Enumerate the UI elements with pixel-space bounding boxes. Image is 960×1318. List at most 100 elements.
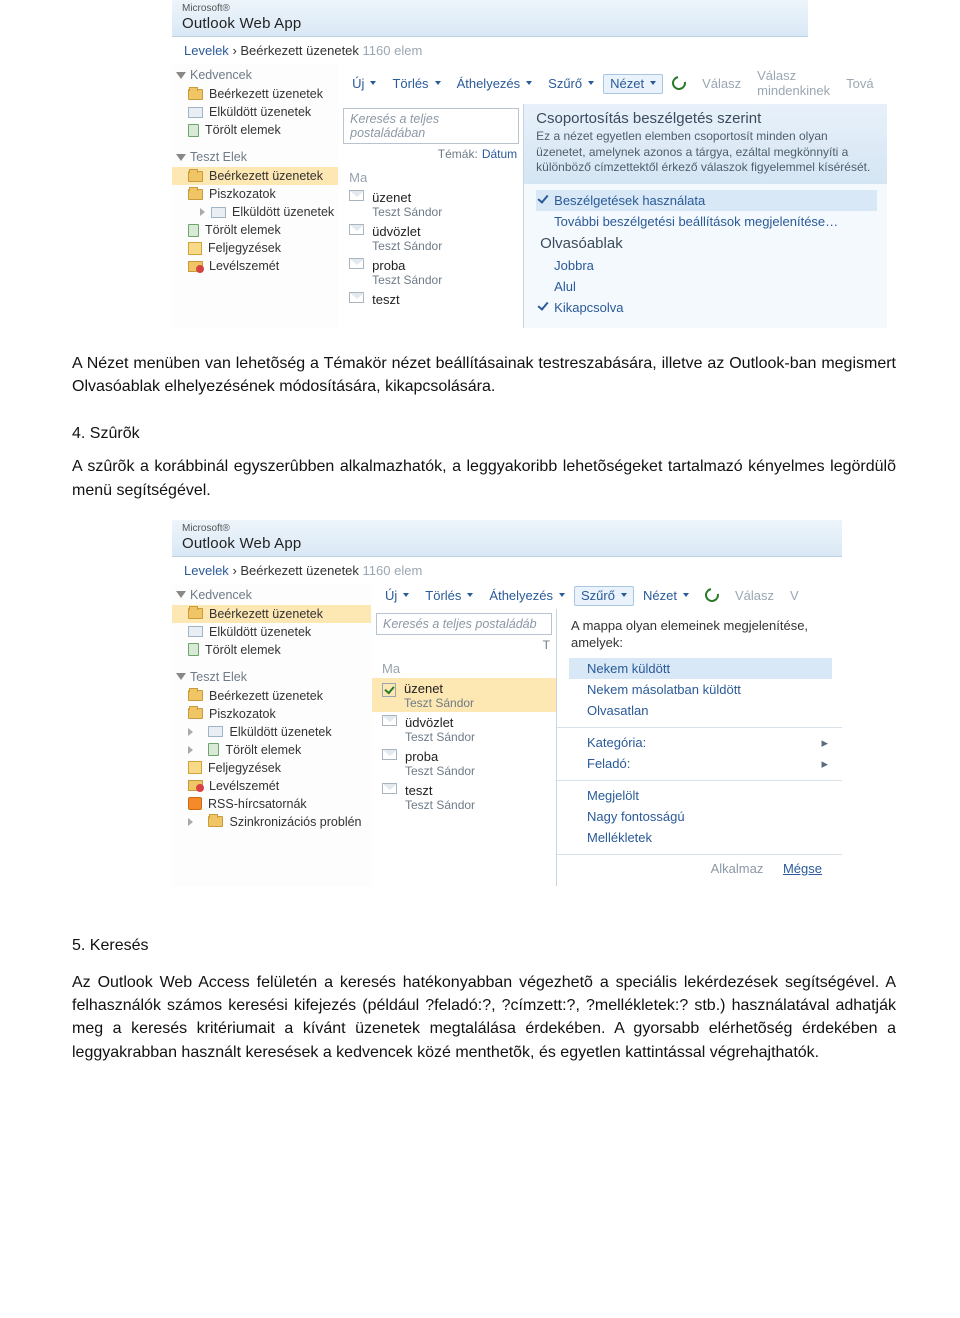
owa-header: Microsoft® Outlook Web App	[172, 0, 808, 37]
toolbar-filter[interactable]: Szűrő	[541, 74, 601, 94]
message-row[interactable]: probaTeszt Sándor	[372, 746, 556, 780]
toolbar-replyall: Válasz mindenkinek	[750, 66, 837, 101]
toolbar-filter[interactable]: Szűrő	[574, 586, 634, 606]
sidebar-item-deleted[interactable]: Törölt elemek	[172, 641, 371, 659]
sidebar-item-drafts[interactable]: Piszkozatok	[172, 185, 338, 203]
sidebar-item-notes[interactable]: Feljegyzések	[172, 759, 371, 777]
toolbar-delete[interactable]: Törlés	[418, 586, 480, 606]
message-date-header: Ma	[339, 164, 523, 187]
sidebar-item-sync-issues[interactable]: Szinkronizációs problén	[172, 813, 371, 831]
check-icon	[538, 299, 549, 311]
view-dropdown-panel: Csoportosítás beszélgetés szerint Ez a n…	[523, 104, 886, 328]
breadcrumb: Levelek › Beérkezett üzenetek 1160 elem	[172, 37, 808, 63]
toolbar-refresh[interactable]	[698, 586, 726, 605]
message-row[interactable]: üdvözletTeszt Sándor	[339, 221, 523, 255]
toolbar-view[interactable]: Nézet	[636, 586, 696, 606]
breadcrumb-root[interactable]: Levelek	[184, 563, 229, 578]
sidebar-item-inbox[interactable]: Beérkezett üzenetek	[172, 605, 371, 623]
message-toolbar: Új Törlés Áthelyezés Szűrő Nézet Válasz …	[372, 583, 842, 609]
mail-icon	[382, 715, 397, 726]
doc-paragraph: Az Outlook Web Access felületén a keresé…	[0, 961, 960, 1082]
favorites-header[interactable]: Kedvencek	[172, 585, 371, 605]
search-input[interactable]: Keresés a teljes postaládáb	[376, 613, 552, 635]
topics-value[interactable]: Dátum	[482, 147, 517, 161]
toolbar-move[interactable]: Áthelyezés	[450, 74, 540, 94]
reading-pane-bottom[interactable]: Alul	[536, 276, 876, 297]
message-row[interactable]: probaTeszt Sándor	[339, 255, 523, 289]
message-toolbar: Új Törlés Áthelyezés Szűrő Nézet Válasz …	[339, 63, 886, 104]
mail-icon	[349, 224, 364, 235]
toolbar-new[interactable]: Új	[378, 586, 416, 606]
sidebar-item-junk[interactable]: Levélszemét	[172, 257, 338, 275]
topics-label: Témák:	[438, 147, 478, 161]
view-dd-use-conversations[interactable]: Beszélgetések használata	[536, 190, 876, 211]
sidebar-item-inbox[interactable]: Beérkezett üzenetek	[172, 687, 371, 705]
filter-flagged[interactable]: Megjelölt	[569, 785, 832, 806]
owa-brand: Outlook Web App	[182, 15, 301, 32]
reading-pane-header: Olvasóablak	[536, 232, 876, 255]
sidebar-item-sent[interactable]: Elküldött üzenetek	[172, 203, 338, 221]
message-row[interactable]: üzenetTeszt Sándor	[372, 678, 556, 712]
toolbar-reply: Válasz	[728, 586, 781, 606]
doc-paragraph: A Nézet menüben van lehetõség a Témakör …	[0, 328, 960, 416]
toolbar-v: V	[783, 586, 806, 606]
toolbar-reply: Válasz	[695, 74, 748, 94]
message-row[interactable]: teszt	[339, 289, 523, 309]
owa-screenshot-view-menu: Microsoft® Outlook Web App Levelek › Beé…	[172, 0, 808, 328]
owa-brand: Outlook Web App	[182, 535, 301, 552]
toolbar-forward: Tová	[839, 74, 880, 94]
mail-icon	[349, 258, 364, 269]
owa-screenshot-filter-menu: Microsoft® Outlook Web App Levelek › Beé…	[172, 520, 842, 886]
filter-apply-button[interactable]: Alkalmaz	[711, 861, 764, 876]
breadcrumb-folder: Beérkezett üzenetek	[240, 563, 359, 578]
message-list-pane: Keresés a teljes postaládában Témák: Dát…	[339, 104, 523, 328]
sidebar-item-rss[interactable]: RSS-hírcsatornák	[172, 795, 371, 813]
mail-icon	[382, 749, 397, 760]
reading-pane-off[interactable]: Kikapcsolva	[536, 297, 876, 318]
favorites-header[interactable]: Kedvencek	[172, 65, 338, 85]
breadcrumb-folder: Beérkezett üzenetek	[240, 43, 359, 58]
message-row[interactable]: üdvözletTeszt Sándor	[372, 712, 556, 746]
checkbox-icon[interactable]	[382, 683, 396, 697]
toolbar-view[interactable]: Nézet	[603, 74, 663, 94]
filter-high-importance[interactable]: Nagy fontosságú	[569, 806, 832, 827]
doc-heading: 4. Szûrõk	[0, 416, 960, 449]
toolbar-move[interactable]: Áthelyezés	[482, 586, 572, 606]
owa-brand-prefix: Microsoft®	[182, 4, 798, 14]
sidebar-item-inbox[interactable]: Beérkezett üzenetek	[172, 167, 338, 185]
sidebar-item-drafts[interactable]: Piszkozatok	[172, 705, 371, 723]
view-dd-desc: Ez a nézet egyetlen elemben csoportosít …	[536, 129, 876, 176]
filter-unread[interactable]: Olvasatlan	[569, 700, 832, 721]
filter-from[interactable]: Feladó:▸	[569, 753, 832, 774]
reading-pane-right[interactable]: Jobbra	[536, 255, 876, 276]
filter-to-me[interactable]: Nekem küldött	[569, 658, 832, 679]
filter-attachments[interactable]: Mellékletek	[569, 827, 832, 848]
topics-short: T	[543, 638, 550, 652]
sidebar-item-sent[interactable]: Elküldött üzenetek	[172, 623, 371, 641]
sidebar-item-inbox[interactable]: Beérkezett üzenetek	[172, 85, 338, 103]
sidebar-item-deleted[interactable]: Törölt elemek	[172, 221, 338, 239]
search-input[interactable]: Keresés a teljes postaládában	[343, 108, 519, 144]
filter-cc-me[interactable]: Nekem másolatban küldött	[569, 679, 832, 700]
mail-icon	[382, 783, 397, 794]
message-row[interactable]: üzenetTeszt Sándor	[339, 187, 523, 221]
toolbar-refresh[interactable]	[665, 74, 693, 93]
filter-cancel-button[interactable]: Mégse	[783, 861, 822, 876]
sidebar-item-junk[interactable]: Levélszemét	[172, 777, 371, 795]
filter-category[interactable]: Kategória:▸	[569, 732, 832, 753]
message-date-header: Ma	[372, 655, 556, 678]
breadcrumb-root[interactable]: Levelek	[184, 43, 229, 58]
check-icon	[538, 192, 549, 204]
sidebar-item-deleted[interactable]: Törölt elemek	[172, 741, 371, 759]
message-row[interactable]: tesztTeszt Sándor	[372, 780, 556, 814]
breadcrumb: Levelek › Beérkezett üzenetek 1160 elem	[172, 557, 842, 583]
mailbox-header[interactable]: Teszt Elek	[172, 147, 338, 167]
sidebar-item-deleted[interactable]: Törölt elemek	[172, 121, 338, 139]
sidebar-item-sent[interactable]: Elküldött üzenetek	[172, 723, 371, 741]
mailbox-header[interactable]: Teszt Elek	[172, 667, 371, 687]
toolbar-new[interactable]: Új	[345, 74, 383, 94]
toolbar-delete[interactable]: Törlés	[385, 74, 447, 94]
sidebar-item-sent[interactable]: Elküldött üzenetek	[172, 103, 338, 121]
sidebar-item-notes[interactable]: Feljegyzések	[172, 239, 338, 257]
view-dd-more-settings[interactable]: További beszélgetési beállítások megjele…	[536, 211, 876, 232]
